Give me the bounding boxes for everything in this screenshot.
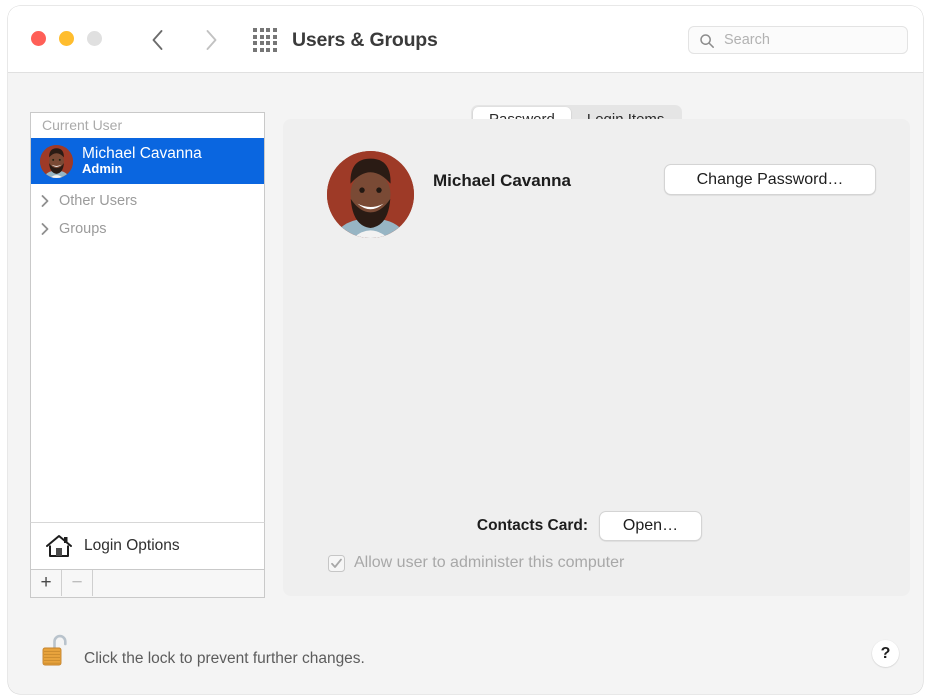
forward-button[interactable]: [198, 26, 224, 54]
users-sidebar: Current User Michael Cavanna Admin: [30, 112, 265, 570]
sidebar-item-groups[interactable]: Groups: [31, 218, 264, 239]
disclosure-chevron-icon[interactable]: [41, 195, 56, 207]
content-panel: Michael Cavanna Change Password… Contact…: [283, 119, 910, 596]
page-title: Users & Groups: [292, 29, 438, 52]
admin-permission-row: Allow user to administer this computer: [328, 554, 624, 572]
sidebar-avatar: [40, 145, 73, 178]
sidebar-item-label: Groups: [59, 221, 107, 237]
sidebar-section-header: Current User: [31, 113, 264, 138]
sidebar-item-other-users[interactable]: Other Users: [31, 190, 264, 211]
minimize-button[interactable]: [59, 31, 74, 46]
change-password-button[interactable]: Change Password…: [664, 164, 876, 195]
chevron-right-icon: [205, 29, 218, 51]
toolbar-spacer: [93, 570, 264, 597]
sidebar-user-labels: Michael Cavanna Admin: [82, 145, 202, 177]
close-button[interactable]: [31, 31, 46, 46]
sidebar-user-role: Admin: [82, 162, 202, 177]
zoom-button[interactable]: [87, 31, 102, 46]
add-user-button[interactable]: +: [31, 570, 62, 596]
help-button[interactable]: ?: [872, 640, 899, 667]
add-remove-toolbar: + −: [30, 570, 265, 598]
user-avatar[interactable]: [327, 151, 414, 238]
preferences-window: Users & Groups Current User: [8, 6, 923, 694]
remove-user-button[interactable]: −: [62, 570, 93, 596]
unlocked-padlock-icon[interactable]: [41, 632, 71, 670]
search-icon: [699, 33, 715, 49]
chevron-left-icon: [151, 29, 164, 51]
checkmark-icon: [330, 557, 343, 570]
allow-admin-label: Allow user to administer this computer: [354, 554, 624, 572]
back-button[interactable]: [144, 26, 170, 54]
allow-admin-checkbox[interactable]: [328, 555, 345, 572]
user-avatar-illustration: [40, 145, 73, 178]
search-field[interactable]: [688, 26, 908, 54]
disclosure-chevron-icon[interactable]: [41, 223, 56, 235]
open-contacts-card-button[interactable]: Open…: [599, 511, 702, 541]
grid-view-icon[interactable]: [253, 29, 283, 51]
search-input[interactable]: [722, 27, 902, 53]
sidebar-item-michael-cavanna[interactable]: Michael Cavanna Admin: [31, 138, 264, 184]
contacts-card-row: Contacts Card: Open…: [283, 511, 910, 541]
sidebar-item-label: Other Users: [59, 193, 137, 209]
house-icon: [45, 533, 73, 559]
sidebar-user-name: Michael Cavanna: [82, 145, 202, 162]
window-titlebar: Users & Groups: [8, 6, 923, 73]
contacts-card-label: Contacts Card:: [283, 517, 588, 535]
user-avatar-illustration: [327, 151, 414, 238]
user-fullname: Michael Cavanna: [433, 171, 571, 191]
sidebar-item-login-options[interactable]: Login Options: [30, 522, 265, 570]
lock-status-message: Click the lock to prevent further change…: [84, 650, 365, 668]
login-options-label: Login Options: [84, 537, 180, 555]
